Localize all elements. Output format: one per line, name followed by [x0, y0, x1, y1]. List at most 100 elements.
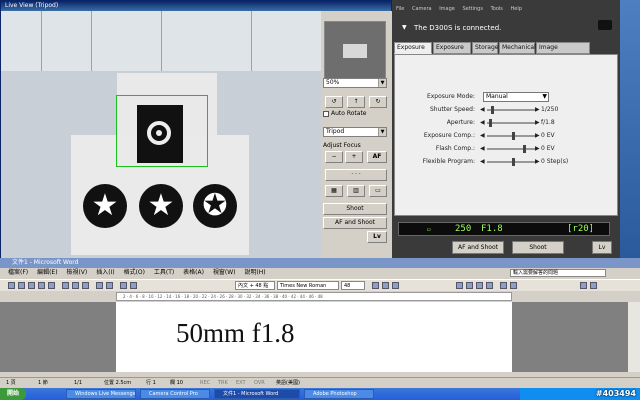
- task-camera-control[interactable]: Camera Control Pro: [140, 389, 210, 399]
- decrease-icon[interactable]: ◀: [480, 157, 485, 167]
- histogram-icon[interactable]: ▥: [347, 185, 365, 197]
- increase-icon[interactable]: ▶: [535, 144, 540, 154]
- decrease-icon[interactable]: ◀: [480, 118, 485, 128]
- tab-mechanical[interactable]: Mechanical: [499, 42, 536, 54]
- tab-exposure-1[interactable]: Exposure 1: [394, 42, 432, 61]
- live-view-controls: 50% ▼ ↺ ↑ ↻ Auto Rotate Tripod ▼ Adjust Fo…: [321, 11, 392, 258]
- decrease-icon[interactable]: ◀: [480, 131, 485, 141]
- menu-file[interactable]: File: [396, 6, 404, 12]
- redo-icon[interactable]: [106, 282, 113, 289]
- menu-window[interactable]: 視窗(W): [213, 269, 236, 276]
- overlay-icon[interactable]: ▭: [369, 185, 387, 197]
- highlight-icon[interactable]: [580, 282, 587, 289]
- tab-exposure-2[interactable]: Exposure 2: [433, 42, 471, 61]
- grid-icon[interactable]: ▦: [325, 185, 343, 197]
- document-text[interactable]: 50mm f1.8: [176, 318, 295, 349]
- auto-rotate-checkbox[interactable]: Auto Rotate: [323, 110, 366, 117]
- undo-icon[interactable]: [96, 282, 103, 289]
- upright-button[interactable]: ↑: [347, 96, 365, 108]
- numbering-icon[interactable]: [500, 282, 507, 289]
- slider-knob[interactable]: [512, 158, 515, 166]
- align-left-icon[interactable]: [456, 282, 463, 289]
- increase-icon[interactable]: ▶: [535, 157, 540, 167]
- horizontal-ruler[interactable]: 2 · 4 · 6 · 8 · 10 · 12 · 14 · 16 · 18 ·…: [116, 292, 512, 301]
- document-page[interactable]: 50mm f1.8: [116, 302, 512, 372]
- mode-select[interactable]: Tripod ▼: [323, 127, 387, 137]
- table-icon[interactable]: [120, 282, 127, 289]
- slider-knob[interactable]: [523, 145, 526, 153]
- increase-icon[interactable]: ▶: [535, 118, 540, 128]
- menu-help[interactable]: Help: [510, 6, 521, 12]
- task-word[interactable]: 文件1 - Microsoft Word: [214, 389, 300, 399]
- increase-icon[interactable]: ▶: [535, 105, 540, 115]
- slider-knob[interactable]: [489, 119, 492, 127]
- font-size-select[interactable]: 48: [341, 281, 365, 290]
- save-icon[interactable]: [28, 282, 35, 289]
- menu-edit[interactable]: 編輯(E): [37, 269, 57, 276]
- flexible-program-slider[interactable]: [487, 158, 537, 166]
- italic-icon[interactable]: [382, 282, 389, 289]
- exposure-mode-select[interactable]: Manual ▼: [483, 92, 549, 102]
- justify-icon[interactable]: [486, 282, 493, 289]
- help-search-input[interactable]: 輸入需要解答的問題: [510, 269, 606, 277]
- lv-button[interactable]: Lv: [367, 231, 387, 243]
- cut-icon[interactable]: [62, 282, 69, 289]
- menu-camera[interactable]: Camera: [412, 6, 432, 12]
- menu-table[interactable]: 表格(A): [183, 269, 204, 276]
- menu-insert[interactable]: 插入(I): [96, 269, 114, 276]
- task-messenger[interactable]: Windows Live Messenger: [66, 389, 136, 399]
- slider-knob[interactable]: [491, 106, 494, 114]
- shutter-speed-slider[interactable]: [487, 106, 537, 114]
- copy-icon[interactable]: [72, 282, 79, 289]
- menu-settings[interactable]: Settings: [462, 6, 483, 12]
- af-and-shoot-button[interactable]: AF and Shoot: [323, 217, 387, 229]
- menu-tools[interactable]: Tools: [491, 6, 503, 12]
- live-view-image[interactable]: ★ ★ ✪: [1, 11, 321, 258]
- bullets-icon[interactable]: [510, 282, 517, 289]
- preview-icon[interactable]: [48, 282, 55, 289]
- font-select[interactable]: Times New Roman: [277, 281, 339, 290]
- rotate-left-button[interactable]: ↺: [325, 96, 343, 108]
- menu-help[interactable]: 說明(H): [244, 269, 265, 276]
- start-button[interactable]: 開始: [0, 388, 26, 400]
- focus-step-slider[interactable]: · · ·: [325, 169, 387, 181]
- slider-knob[interactable]: [512, 132, 515, 140]
- menu-format[interactable]: 格式(O): [124, 269, 145, 276]
- shoot-button[interactable]: Shoot: [323, 203, 387, 215]
- exposure-comp-slider[interactable]: [487, 132, 537, 140]
- decrease-icon[interactable]: ◀: [480, 105, 485, 115]
- open-icon[interactable]: [18, 282, 25, 289]
- shoot-button[interactable]: Shoot: [512, 241, 564, 254]
- task-photoshop[interactable]: Adobe Photoshop: [304, 389, 374, 399]
- aperture-slider[interactable]: [487, 119, 537, 127]
- vertical-scrollbar[interactable]: [628, 302, 640, 372]
- align-right-icon[interactable]: [476, 282, 483, 289]
- tab-image-processing[interactable]: Image Processing: [536, 42, 590, 61]
- print-icon[interactable]: [38, 282, 45, 289]
- menu-view[interactable]: 檢視(V): [66, 269, 87, 276]
- new-icon[interactable]: [8, 282, 15, 289]
- rotate-right-button[interactable]: ↻: [369, 96, 387, 108]
- align-center-icon[interactable]: [466, 282, 473, 289]
- paste-icon[interactable]: [82, 282, 89, 289]
- style-select[interactable]: 內文 + 48 點: [235, 281, 275, 290]
- font-color-icon[interactable]: [590, 282, 597, 289]
- af-and-shoot-button[interactable]: AF and Shoot: [452, 241, 504, 254]
- menu-file[interactable]: 檔案(F): [8, 269, 28, 276]
- lv-button[interactable]: Lv: [592, 241, 612, 254]
- focus-area-box[interactable]: [116, 95, 208, 167]
- flash-comp-slider[interactable]: [487, 145, 537, 153]
- focus-plus-button[interactable]: +: [345, 151, 363, 163]
- tab-storage[interactable]: Storage: [472, 42, 498, 54]
- underline-icon[interactable]: [392, 282, 399, 289]
- decrease-icon[interactable]: ◀: [480, 144, 485, 154]
- navigator-preview[interactable]: [324, 21, 386, 81]
- menu-tools[interactable]: 工具(T): [154, 269, 174, 276]
- af-button[interactable]: AF: [367, 151, 387, 163]
- bold-icon[interactable]: [372, 282, 379, 289]
- focus-minus-button[interactable]: −: [325, 151, 343, 163]
- menu-image[interactable]: Image: [439, 6, 455, 12]
- increase-icon[interactable]: ▶: [535, 131, 540, 141]
- columns-icon[interactable]: [130, 282, 137, 289]
- zoom-select[interactable]: 50% ▼: [323, 78, 387, 88]
